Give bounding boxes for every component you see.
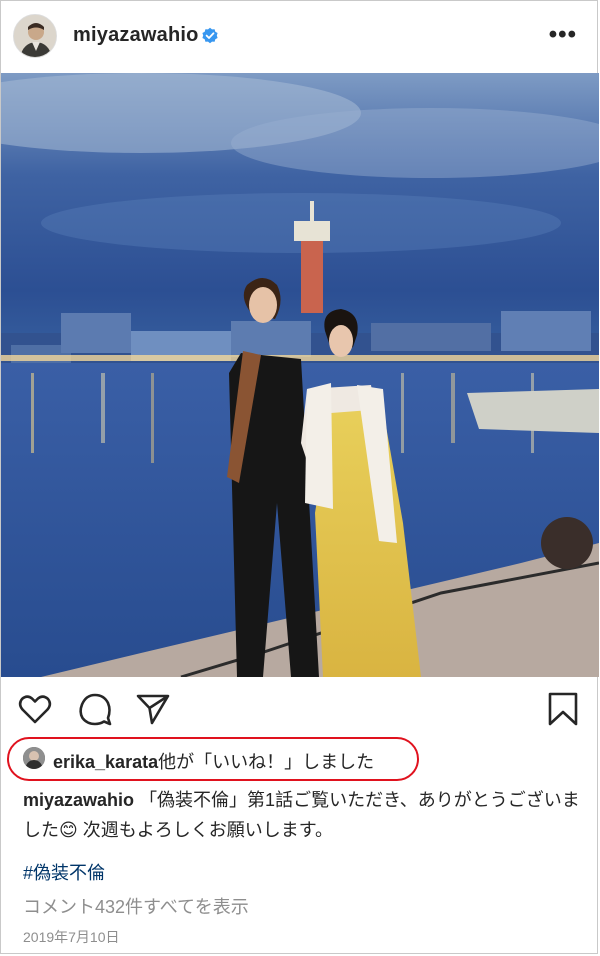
post-date: 2019年7月10日: [23, 929, 120, 945]
action-bar: [1, 677, 599, 741]
likes-suffix: 他が「いいね！」しました: [158, 752, 375, 772]
smile-emoji-icon: 😊: [59, 820, 78, 840]
user-avatar[interactable]: [13, 14, 57, 58]
post-photo[interactable]: [1, 73, 599, 677]
caption-text-continued: 次週もよろしくお願いします。: [77, 820, 333, 840]
bookmark-icon[interactable]: [545, 691, 581, 727]
caption-username[interactable]: miyazawahio: [23, 790, 134, 810]
liker-username[interactable]: erika_karata: [53, 752, 158, 772]
post-caption: miyazawahio 「偽装不倫」第1話ご覧いただき、ありがとうございました😊…: [23, 785, 583, 845]
verified-badge-icon: [201, 27, 219, 45]
hashtag-link[interactable]: #偽装不倫: [23, 859, 105, 885]
more-options-icon[interactable]: •••: [549, 23, 577, 47]
heart-icon[interactable]: [17, 691, 53, 727]
send-icon[interactable]: [135, 691, 171, 727]
likes-summary: erika_karata他が「いいね！」しました: [53, 748, 374, 774]
liker-avatar[interactable]: [23, 747, 45, 769]
comment-icon[interactable]: [77, 691, 113, 727]
instagram-post: miyazawahio ••• erika_karata他が「いいね！」しました…: [0, 0, 599, 954]
view-all-comments-link[interactable]: コメント432件すべてを表示: [23, 893, 249, 919]
post-header: miyazawahio •••: [1, 1, 599, 73]
post-username[interactable]: miyazawahio: [73, 24, 199, 47]
